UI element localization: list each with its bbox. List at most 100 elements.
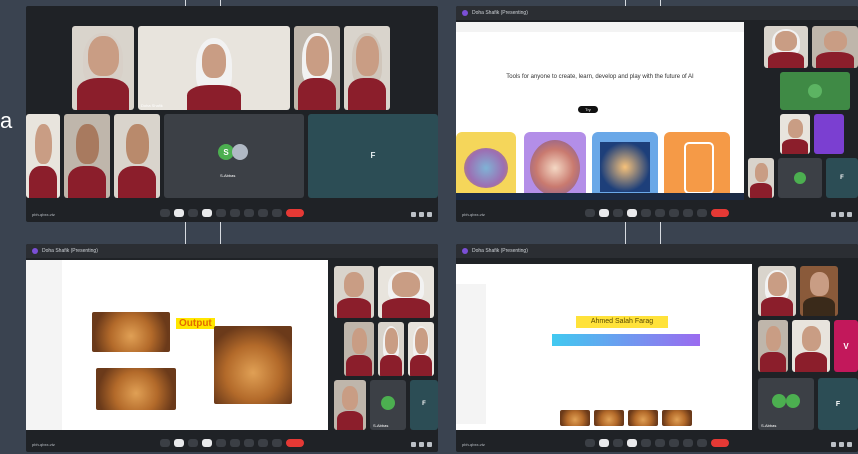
mic-button[interactable] <box>599 439 609 447</box>
window-title: Doha Shafik (Presenting) <box>42 248 98 254</box>
people-icon[interactable] <box>419 442 424 447</box>
caret-icon[interactable] <box>613 209 623 217</box>
connector-line <box>185 222 186 244</box>
caret-icon[interactable] <box>160 209 170 217</box>
caret-icon[interactable] <box>585 209 595 217</box>
present-button[interactable] <box>669 209 679 217</box>
camera-button[interactable] <box>627 209 637 217</box>
caret-icon[interactable] <box>585 439 595 447</box>
participant-tile[interactable] <box>758 320 788 372</box>
side-controls <box>411 212 432 217</box>
promo-card[interactable] <box>664 132 730 200</box>
info-icon[interactable] <box>411 442 416 447</box>
info-icon[interactable] <box>411 212 416 217</box>
captions-button[interactable] <box>641 209 651 217</box>
participant-tile-avatar[interactable]: S-Abbas <box>758 378 814 430</box>
camera-button[interactable] <box>202 439 212 447</box>
emoji-button[interactable] <box>230 439 240 447</box>
participant-tile[interactable] <box>792 320 830 372</box>
promo-card[interactable] <box>592 132 658 200</box>
participant-tile[interactable] <box>344 322 374 376</box>
mic-button[interactable] <box>599 209 609 217</box>
participant-tile-speaker[interactable]: Doha Shafik <box>138 26 290 110</box>
chat-icon[interactable] <box>847 212 852 217</box>
participant-tile[interactable] <box>344 26 390 110</box>
present-button[interactable] <box>244 209 254 217</box>
end-call-button[interactable] <box>711 209 729 217</box>
participant-tile[interactable] <box>114 114 160 198</box>
present-button[interactable] <box>669 439 679 447</box>
participant-tile-letter[interactable]: V <box>834 320 858 372</box>
participant-tile[interactable] <box>26 114 60 198</box>
emoji-button[interactable] <box>655 209 665 217</box>
avatar: F <box>840 175 844 181</box>
participant-tile-letter[interactable]: F <box>818 378 858 430</box>
participant-tile[interactable] <box>764 26 808 68</box>
more-options-button[interactable] <box>697 209 707 217</box>
camera-button[interactable] <box>202 209 212 217</box>
end-call-button[interactable] <box>286 209 304 217</box>
window-titlebar: Doha Shafik (Presenting) <box>456 244 858 258</box>
participant-tile[interactable] <box>378 322 404 376</box>
chat-icon[interactable] <box>427 442 432 447</box>
info-icon[interactable] <box>831 442 836 447</box>
raise-hand-button[interactable] <box>258 439 268 447</box>
try-button[interactable]: Try <box>578 106 598 113</box>
more-options-button[interactable] <box>272 209 282 217</box>
promo-card[interactable] <box>524 132 586 200</box>
chat-icon[interactable] <box>427 212 432 217</box>
side-controls <box>831 212 852 217</box>
mic-button[interactable] <box>174 209 184 217</box>
caret-icon[interactable] <box>613 439 623 447</box>
captions-button[interactable] <box>641 439 651 447</box>
captions-button[interactable] <box>216 209 226 217</box>
participant-tile-avatar[interactable] <box>780 72 850 110</box>
raise-hand-button[interactable] <box>683 439 693 447</box>
connector-line <box>660 222 661 244</box>
raise-hand-button[interactable] <box>683 209 693 217</box>
caret-icon[interactable] <box>188 209 198 217</box>
end-call-button[interactable] <box>286 439 304 447</box>
more-options-button[interactable] <box>697 439 707 447</box>
raise-hand-button[interactable] <box>258 209 268 217</box>
participant-tile[interactable] <box>408 322 434 376</box>
participant-tile-avatar[interactable]: S-Abbas <box>370 380 406 430</box>
meeting-toolbar <box>26 434 438 452</box>
participant-tile[interactable] <box>378 266 434 318</box>
participant-tile-avatar[interactable] <box>814 114 844 154</box>
people-icon[interactable] <box>839 442 844 447</box>
shared-screen: Ahmed Salah Farag <box>456 264 752 430</box>
meeting-toolbar <box>456 434 858 452</box>
camera-button[interactable] <box>627 439 637 447</box>
info-icon[interactable] <box>831 212 836 217</box>
caret-icon[interactable] <box>160 439 170 447</box>
participant-tile[interactable] <box>812 26 858 68</box>
participant-tile-letter[interactable]: F <box>826 158 858 198</box>
participant-tile[interactable] <box>800 266 838 316</box>
participant-tile[interactable] <box>64 114 110 198</box>
people-icon[interactable] <box>839 212 844 217</box>
promo-card[interactable] <box>456 132 516 200</box>
participant-tile[interactable] <box>334 266 374 318</box>
captions-button[interactable] <box>216 439 226 447</box>
emoji-button[interactable] <box>230 209 240 217</box>
participant-tile[interactable] <box>780 114 810 154</box>
participant-tile[interactable] <box>294 26 340 110</box>
output-label: Output <box>176 318 215 329</box>
end-call-button[interactable] <box>711 439 729 447</box>
chat-icon[interactable] <box>847 442 852 447</box>
participant-tile[interactable] <box>748 158 774 198</box>
emoji-button[interactable] <box>655 439 665 447</box>
mic-button[interactable] <box>174 439 184 447</box>
more-options-button[interactable] <box>272 439 282 447</box>
participant-tile-letter[interactable]: F <box>308 114 438 198</box>
present-button[interactable] <box>244 439 254 447</box>
participant-tile-avatar[interactable] <box>778 158 822 198</box>
people-icon[interactable] <box>419 212 424 217</box>
participant-tile[interactable] <box>334 380 366 430</box>
participant-tile-avatar[interactable]: S S-Abbas <box>164 114 304 198</box>
participant-tile[interactable] <box>72 26 134 110</box>
participant-tile-letter[interactable]: F <box>410 380 438 430</box>
caret-icon[interactable] <box>188 439 198 447</box>
participant-tile[interactable] <box>758 266 796 316</box>
